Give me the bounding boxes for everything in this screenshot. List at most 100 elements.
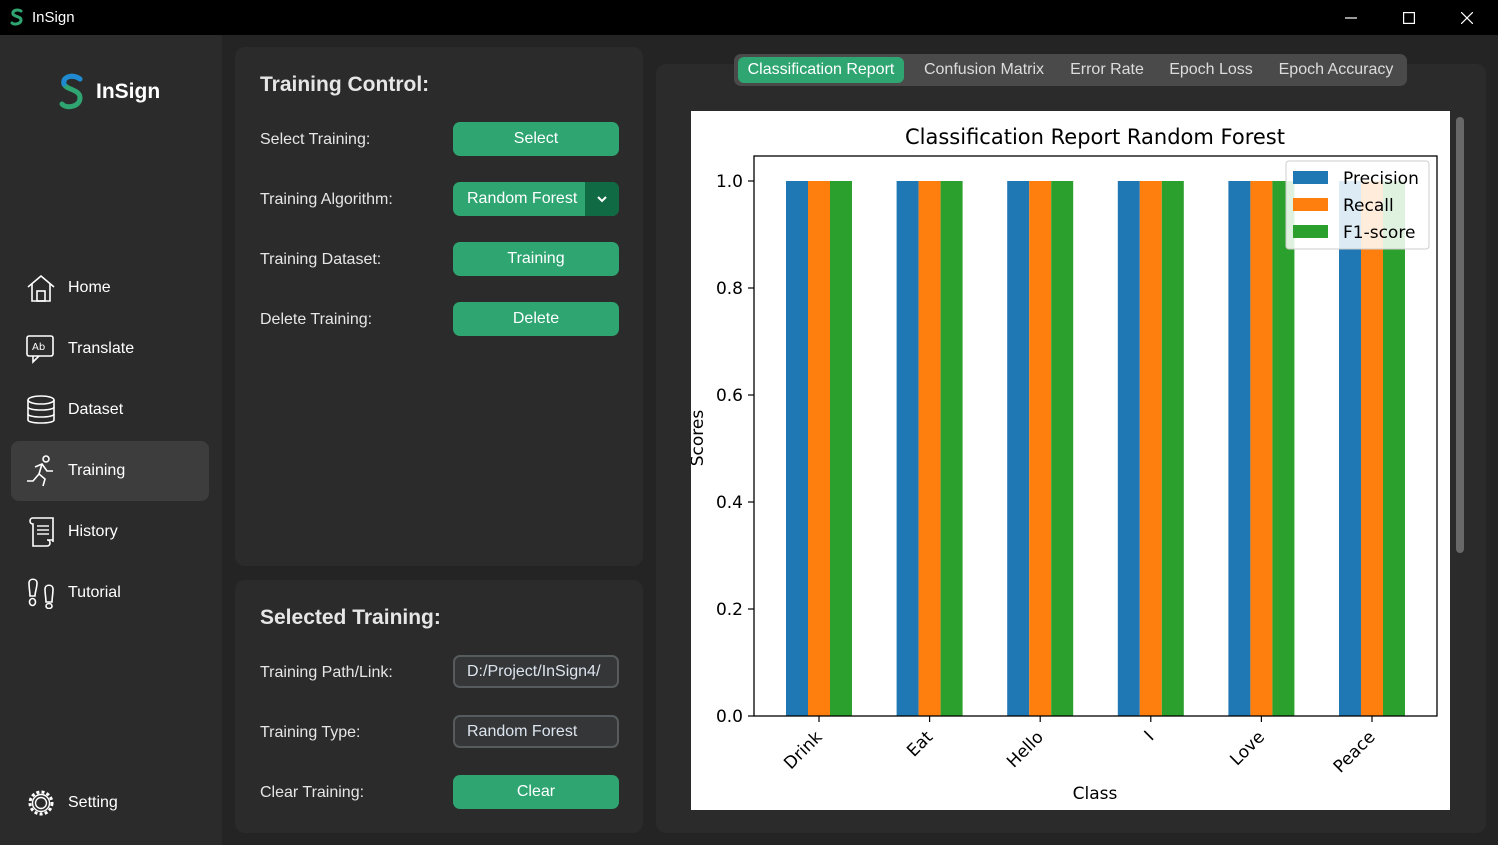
algorithm-value: Random Forest [467, 190, 578, 207]
training-type-field[interactable]: Random Forest [453, 715, 619, 748]
clear-button[interactable]: Clear [453, 775, 619, 809]
sidebar-item-dataset[interactable]: Dataset [11, 380, 209, 440]
maximize-icon [1403, 11, 1415, 24]
chart-canvas: Classification Report Random Forest 0.0 0… [688, 111, 1450, 810]
tab-epoch-accuracy[interactable]: Epoch Accuracy [1270, 57, 1402, 83]
selected-training-panel: Selected Training: Training Path/Link: D… [235, 580, 643, 833]
minimize-button[interactable] [1322, 0, 1380, 35]
training-path-field[interactable]: D:/Project/InSign4/ [453, 655, 619, 688]
sidebar-item-label: History [68, 523, 118, 540]
sidebar-item-label: Setting [68, 794, 118, 811]
x-tick-label: Eat [903, 727, 937, 761]
legend-swatch [1293, 198, 1328, 211]
footprints-icon [28, 578, 54, 609]
bar-precision-love [1228, 181, 1251, 716]
close-icon [1461, 11, 1473, 24]
window-title: InSign [32, 9, 75, 26]
sidebar-item-label: Home [68, 279, 111, 296]
bar-f1-score-drink [830, 181, 852, 716]
training-dataset-button[interactable]: Training [453, 242, 619, 276]
bar-f1-score-hello [1051, 181, 1074, 716]
bar-f1-score-peace [1383, 181, 1405, 716]
delete-button[interactable]: Delete [453, 302, 619, 336]
logo-text: InSign [96, 80, 161, 103]
gear-icon [28, 790, 54, 816]
delete-training-label: Delete Training: [260, 311, 373, 328]
select-button[interactable]: Select [453, 122, 619, 156]
legend-label: Recall [1343, 196, 1394, 216]
svg-text:Ab: Ab [32, 342, 45, 353]
select-training-label: Select Training: [260, 131, 371, 148]
panel-title: Training Control: [260, 73, 430, 96]
y-tick-label: 0.6 [716, 386, 743, 406]
chevron-down-icon [597, 196, 607, 203]
scrollbar[interactable] [1454, 111, 1466, 810]
maximize-button[interactable] [1380, 0, 1438, 35]
y-tick-label: 0.0 [716, 707, 743, 727]
x-tick-label: Drink [780, 727, 826, 773]
bar-recall-love [1250, 181, 1273, 716]
bar-precision-drink [786, 181, 808, 716]
sidebar-item-training[interactable]: Training [11, 441, 209, 501]
scroll-icon [29, 517, 54, 547]
tab-error-rate[interactable]: Error Rate [1064, 57, 1150, 83]
insign-logo-icon [59, 73, 83, 110]
clear-training-label: Clear Training: [260, 784, 365, 801]
x-axis-label: Class [1073, 784, 1118, 804]
chart-legend: Precision Recall F1-score [1285, 160, 1430, 250]
bar-recall-drink [808, 181, 830, 716]
scrollbar-thumb[interactable] [1456, 117, 1464, 553]
classification-report-chart: Classification Report Random Forest 0.0 0… [688, 125, 1438, 804]
tab-classification-report[interactable]: Classification Report [738, 57, 904, 83]
panel-title: Selected Training: [260, 606, 441, 629]
bar-f1-score-eat [940, 181, 963, 716]
training-path-label: Training Path/Link: [260, 664, 393, 681]
sidebar-item-label: Dataset [68, 401, 124, 418]
training-algorithm-select[interactable]: Random Forest [453, 182, 619, 216]
training-control-panel: Training Control: Select Training: Selec… [235, 47, 643, 566]
sidebar-item-label: Tutorial [68, 584, 121, 601]
bar-f1-score-love [1272, 181, 1295, 716]
bar-recall-peace [1361, 181, 1383, 716]
legend-swatch [1293, 171, 1328, 184]
y-tick-label: 0.4 [716, 493, 743, 513]
bar-recall-i [1139, 181, 1162, 716]
legend-label: Precision [1343, 169, 1419, 189]
home-icon [27, 274, 55, 302]
legend-label: F1-score [1343, 223, 1415, 243]
y-tick-label: 0.8 [716, 279, 743, 299]
database-icon [27, 395, 55, 424]
training-dataset-label: Training Dataset: [260, 251, 382, 268]
sidebar-item-label: Training [68, 462, 126, 479]
x-tick-label: Hello [1003, 727, 1048, 772]
sidebar-item-translate[interactable]: Ab Translate [11, 319, 209, 379]
translate-icon: Ab [26, 335, 54, 364]
tab-confusion-matrix[interactable]: Confusion Matrix [910, 57, 1058, 83]
training-algorithm-label: Training Algorithm: [260, 191, 393, 208]
chart-bars [786, 181, 1405, 716]
sidebar-item-home[interactable]: Home [11, 258, 209, 318]
sidebar-item-tutorial[interactable]: Tutorial [11, 563, 209, 623]
y-axis-label: Scores [691, 410, 708, 467]
chart-title: Classification Report Random Forest [905, 125, 1285, 149]
bar-precision-hello [1007, 181, 1030, 716]
dropdown-arrow[interactable] [585, 182, 619, 216]
x-axis: Drink Eat Hello I Love Peace [780, 716, 1380, 777]
sidebar-item-setting[interactable]: Setting [11, 773, 209, 833]
app-logo: InSign [56, 73, 160, 111]
x-tick-label: Peace [1330, 727, 1380, 777]
tab-epoch-loss[interactable]: Epoch Loss [1158, 57, 1264, 83]
minimize-icon [1345, 16, 1357, 19]
sidebar: InSign Home Ab Translate Dataset Trainin… [0, 35, 222, 845]
bar-recall-hello [1029, 181, 1052, 716]
app-logo-icon [10, 8, 23, 26]
bar-precision-i [1117, 181, 1140, 716]
bar-recall-eat [918, 181, 941, 716]
bar-precision-peace [1339, 181, 1361, 716]
training-type-label: Training Type: [260, 724, 361, 741]
y-axis: 0.0 0.2 0.4 0.6 0.8 1.0 [716, 172, 754, 727]
bar-precision-eat [896, 181, 919, 716]
sidebar-item-history[interactable]: History [11, 502, 209, 562]
close-button[interactable] [1438, 0, 1496, 35]
x-tick-label: I [1141, 727, 1159, 745]
